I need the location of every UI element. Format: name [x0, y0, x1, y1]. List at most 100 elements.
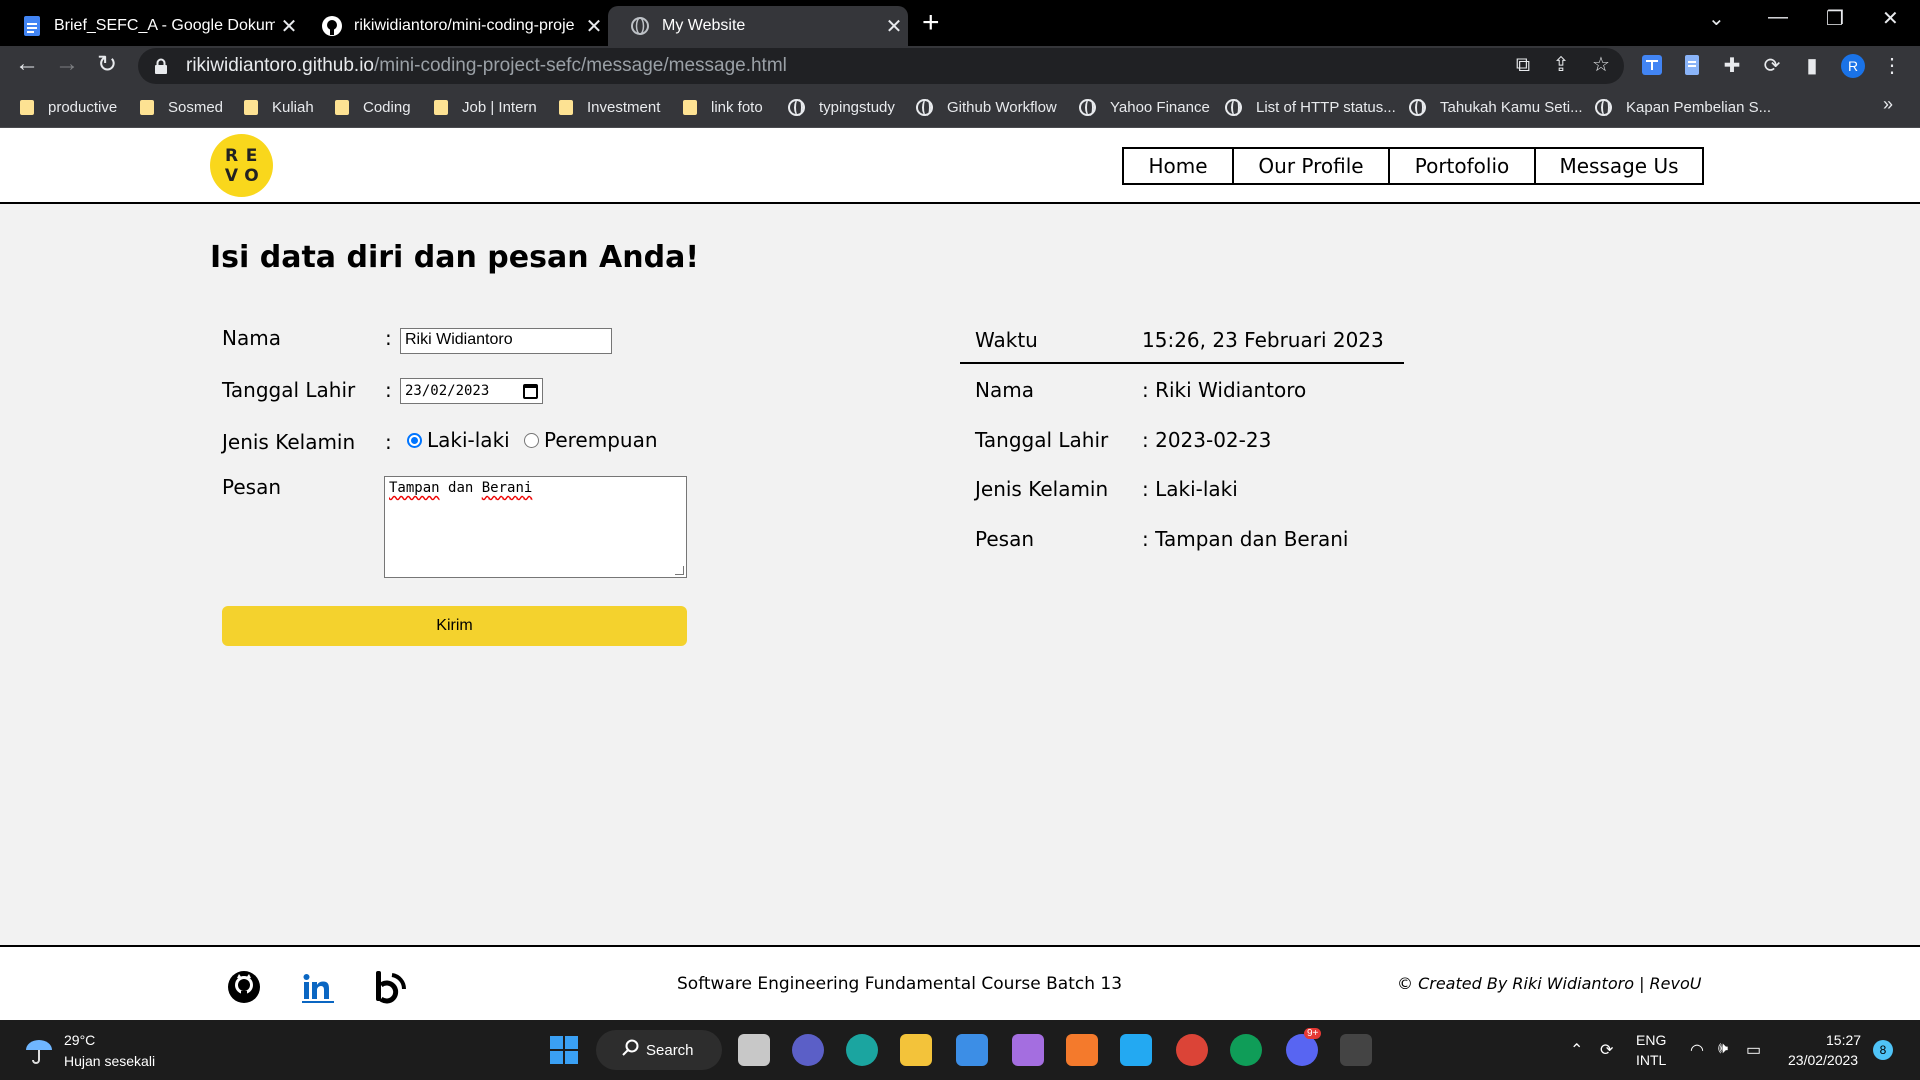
weather-description[interactable]: Hujan sesekali — [64, 1053, 155, 1069]
gender-radio-female[interactable] — [524, 433, 539, 448]
bookmark-link[interactable]: Yahoo Finance — [1079, 97, 1210, 117]
dob-value: 23/02/2023 — [405, 383, 490, 399]
clock-date[interactable]: 23/02/2023 — [1788, 1052, 1858, 1068]
wifi-icon[interactable]: ◠ — [1690, 1040, 1704, 1060]
forward-arrow-icon[interactable]: → — [52, 50, 82, 78]
battery-icon[interactable]: ▭ — [1746, 1040, 1761, 1060]
extension-docs-icon[interactable] — [1680, 54, 1704, 78]
restore-button[interactable]: ❐ — [1826, 6, 1844, 31]
medium-blog-icon[interactable] — [372, 969, 408, 1005]
language-indicator[interactable]: ENG — [1636, 1032, 1666, 1048]
translate-icon[interactable]: ⧉ — [1512, 54, 1534, 76]
taskbar-search[interactable]: Search — [596, 1030, 722, 1070]
nav-home[interactable]: Home — [1122, 147, 1234, 185]
mail-icon[interactable] — [956, 1034, 988, 1066]
bookmark-folder[interactable]: Investment — [559, 97, 660, 117]
bookmark-label: Yahoo Finance — [1110, 98, 1210, 116]
site-footer: Software Engineering Fundamental Course … — [0, 945, 1920, 1020]
github-icon[interactable] — [226, 969, 262, 1005]
gender-radio-male[interactable] — [407, 433, 422, 448]
weather-temperature[interactable]: 29°C — [64, 1032, 95, 1048]
chrome-profile-icon[interactable] — [1230, 1034, 1262, 1066]
side-panel-icon[interactable]: ▮ — [1800, 54, 1824, 78]
rain-umbrella-icon[interactable] — [24, 1038, 54, 1064]
discord-icon[interactable]: 9+ — [1286, 1028, 1322, 1066]
bookmark-link[interactable]: Tahukah Kamu Seti... — [1409, 97, 1583, 117]
vscode-icon[interactable] — [1120, 1034, 1152, 1066]
bookmark-folder[interactable]: Kuliah — [244, 97, 314, 117]
bookmark-folder[interactable]: Job | Intern — [434, 97, 537, 117]
more-menu-icon[interactable]: ⋮ — [1880, 54, 1904, 78]
lock-icon[interactable] — [154, 58, 168, 74]
close-window-button[interactable]: ✕ — [1882, 6, 1899, 31]
photos-icon[interactable] — [1012, 1034, 1044, 1066]
tab-google-docs[interactable]: Brief_SEFC_A - Google Dokumen ✕ — [0, 6, 303, 46]
result-row-gender: Jenis Kelamin : Laki-laki — [960, 471, 1404, 507]
message-word: Berani — [481, 480, 533, 496]
notification-badge[interactable]: 8 — [1873, 1040, 1893, 1060]
volume-icon[interactable]: 🕪 — [1718, 1040, 1728, 1058]
main-nav: Home Our Profile Portofolio Message Us — [1122, 147, 1704, 185]
bookmark-link[interactable]: List of HTTP status... — [1225, 97, 1396, 117]
bookmark-label: Github Workflow — [947, 98, 1057, 116]
xampp-icon[interactable] — [1066, 1034, 1098, 1066]
tab-my-website[interactable]: My Website ✕ — [608, 6, 908, 46]
bookmark-label: Investment — [587, 98, 661, 116]
edge-browser-icon[interactable] — [846, 1034, 878, 1066]
globe-icon — [1595, 98, 1612, 116]
close-icon[interactable]: ✕ — [275, 14, 303, 39]
chevron-double-right-icon[interactable]: » — [1883, 94, 1893, 115]
bookmark-label: productive — [48, 98, 118, 116]
bookmark-folder[interactable]: link foto — [683, 97, 763, 117]
close-icon[interactable]: ✕ — [580, 14, 608, 39]
bookmark-link[interactable]: Github Workflow — [916, 97, 1057, 117]
windows-start-icon[interactable] — [548, 1034, 580, 1066]
name-input[interactable]: Riki Widiantoro — [400, 328, 612, 354]
resize-handle[interactable] — [675, 566, 684, 575]
bookmark-link[interactable]: typingstudy — [788, 97, 895, 117]
close-icon[interactable]: ✕ — [880, 14, 908, 39]
back-arrow-icon[interactable]: ← — [12, 50, 42, 78]
extension-translate-icon[interactable] — [1640, 54, 1664, 78]
revo-logo[interactable]: R E V O — [210, 134, 273, 197]
keyboard-layout[interactable]: INTL — [1636, 1052, 1666, 1068]
folder-icon — [335, 99, 349, 115]
profile-avatar[interactable]: R — [1841, 54, 1865, 78]
message-textarea[interactable]: Tampan dan Berani — [384, 476, 687, 578]
linkedin-icon[interactable] — [300, 969, 336, 1005]
nav-our-profile[interactable]: Our Profile — [1232, 147, 1390, 185]
address-bar[interactable]: rikiwidiantoro.github.io/mini-coding-pro… — [138, 48, 1624, 84]
share-icon[interactable]: ⇪ — [1550, 54, 1572, 76]
tab-search-icon[interactable]: ⌄ — [1708, 6, 1725, 31]
tab-github[interactable]: rikiwidiantoro/mini-coding-proje ✕ — [300, 6, 608, 46]
clock-time[interactable]: 15:27 — [1826, 1032, 1861, 1048]
sync-icon[interactable]: ⟳ — [1600, 1040, 1613, 1060]
bookmark-folder[interactable]: Coding — [335, 97, 411, 117]
bookmark-folder[interactable]: productive — [20, 97, 117, 117]
tab-title: My Website — [662, 17, 746, 34]
submit-button[interactable]: Kirim — [222, 606, 687, 646]
tab-title: rikiwidiantoro/mini-coding-proje — [354, 17, 575, 34]
bookmark-link[interactable]: Kapan Pembelian S... — [1595, 97, 1771, 117]
nav-portofolio[interactable]: Portofolio — [1388, 147, 1536, 185]
nav-message-us[interactable]: Message Us — [1534, 147, 1704, 185]
file-explorer-icon[interactable] — [900, 1034, 932, 1066]
bookmark-label: Job | Intern — [462, 98, 537, 116]
chevron-up-icon[interactable]: ⌃ — [1570, 1040, 1583, 1060]
colon: : — [385, 430, 392, 454]
task-view-icon[interactable] — [738, 1034, 770, 1066]
minimize-button[interactable]: — — [1768, 6, 1788, 29]
site-header: R E V O Home Our Profile Portofolio Mess… — [0, 128, 1920, 204]
extension-sync-icon[interactable]: ⟳ — [1760, 54, 1784, 78]
globe-icon — [1409, 98, 1426, 116]
dob-date-input[interactable]: 23/02/2023 — [400, 378, 543, 404]
terminal-icon[interactable] — [1340, 1034, 1372, 1066]
extensions-puzzle-icon[interactable]: ✚ — [1720, 54, 1744, 78]
bookmark-star-icon[interactable]: ☆ — [1590, 54, 1612, 76]
chrome-icon[interactable] — [1176, 1034, 1208, 1066]
reload-icon[interactable]: ↻ — [92, 50, 122, 79]
new-tab-button[interactable]: + — [922, 8, 940, 38]
calendar-icon[interactable] — [523, 383, 538, 399]
bookmark-folder[interactable]: Sosmed — [140, 97, 223, 117]
teams-chat-icon[interactable] — [792, 1034, 824, 1066]
